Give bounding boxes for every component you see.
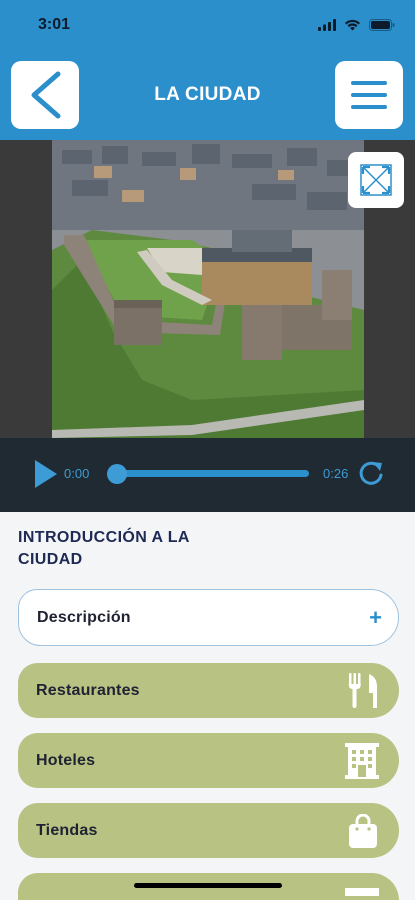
hotel-icon xyxy=(345,742,379,779)
hotels-item[interactable]: Hoteles xyxy=(18,733,399,788)
audio-progress-thumb[interactable] xyxy=(107,464,127,484)
shopping-bag-icon xyxy=(347,813,379,848)
restaurants-item[interactable]: Restaurantes xyxy=(18,663,399,718)
fork-knife-icon xyxy=(347,672,379,709)
status-time: 3:01 xyxy=(38,16,71,33)
audio-progress-track[interactable] xyxy=(110,470,309,477)
wifi-icon xyxy=(345,19,360,31)
description-label: Descripción xyxy=(37,608,131,626)
restaurants-label: Restaurantes xyxy=(36,681,140,699)
shops-item[interactable]: Tiendas xyxy=(18,803,399,858)
hotels-label: Hoteles xyxy=(36,751,96,769)
fullscreen-button[interactable] xyxy=(348,152,404,208)
expand-icon xyxy=(360,164,392,196)
play-icon[interactable] xyxy=(33,458,59,490)
status-icons xyxy=(318,17,395,33)
hotel-icon xyxy=(345,882,379,896)
audio-current-time: 0:00 xyxy=(64,466,90,481)
menu-button[interactable] xyxy=(335,61,403,129)
status-bar: 3:01 xyxy=(0,0,415,52)
signal-icon xyxy=(318,19,336,31)
plus-icon: + xyxy=(369,604,382,630)
home-indicator xyxy=(134,883,282,888)
shops-label: Tiendas xyxy=(36,821,98,839)
replay-icon[interactable] xyxy=(357,459,385,487)
audio-duration: 0:26 xyxy=(323,466,349,481)
hamburger-menu-icon xyxy=(351,81,387,109)
section-title: INTRODUCCIÓN A LA CIUDAD xyxy=(18,529,190,568)
castle-photo xyxy=(52,140,364,438)
description-item[interactable]: Descripción + xyxy=(18,589,399,646)
battery-icon xyxy=(369,19,395,31)
